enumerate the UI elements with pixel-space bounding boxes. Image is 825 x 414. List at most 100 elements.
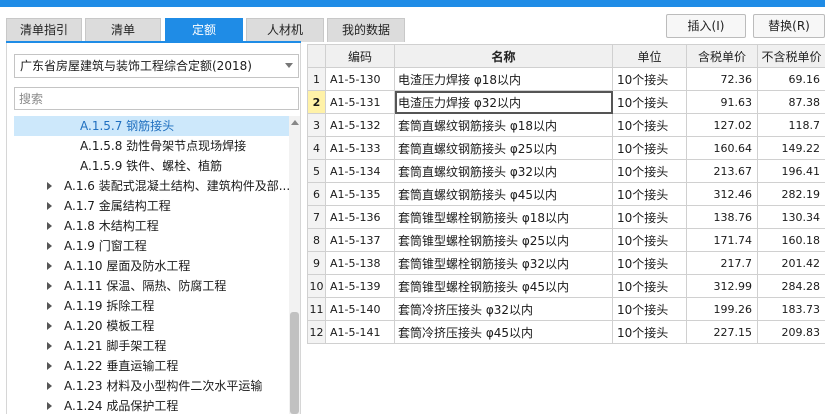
cell-name[interactable]: 套筒直螺纹钢筋接头 φ25以内: [394, 136, 613, 160]
chevron-right-icon[interactable]: [47, 222, 52, 230]
table-row[interactable]: 11 A1-5-140 套筒冷挤压接头 φ32以内 10个接头 199.26 1…: [307, 297, 825, 321]
table-row[interactable]: 9 A1-5-138 套筒锥型螺栓钢筋接头 φ32以内 10个接头 217.7 …: [307, 251, 825, 275]
tree-node[interactable]: A.1.21 脚手架工程: [14, 336, 289, 356]
cell-price-notax[interactable]: 130.34: [757, 205, 825, 229]
cell-price-notax[interactable]: 149.22: [757, 136, 825, 160]
chevron-right-icon[interactable]: [47, 322, 52, 330]
tab-quota[interactable]: 定额: [165, 18, 243, 42]
cell-price-notax[interactable]: 196.41: [757, 159, 825, 183]
insert-button[interactable]: 插入(I): [666, 14, 746, 38]
chevron-right-icon[interactable]: [47, 182, 52, 190]
cell-name[interactable]: 套筒锥型螺栓钢筋接头 φ25以内: [394, 228, 613, 252]
tree-node[interactable]: A.1.22 垂直运输工程: [14, 356, 289, 376]
tree-node[interactable]: A.1.20 模板工程: [14, 316, 289, 336]
cell-unit[interactable]: 10个接头: [612, 90, 687, 114]
tree-node[interactable]: A.1.6 装配式混凝土结构、建筑构件及部...: [14, 176, 289, 196]
cell-code[interactable]: A1-5-135: [325, 182, 395, 206]
quota-library-select[interactable]: 广东省房屋建筑与装饰工程综合定额(2018): [14, 54, 299, 78]
cell-unit[interactable]: 10个接头: [612, 136, 687, 160]
cell-name[interactable]: 套筒直螺纹钢筋接头 φ45以内: [394, 182, 613, 206]
tree-node[interactable]: A.1.5.9 铁件、螺栓、植筋: [14, 156, 289, 176]
table-row[interactable]: 3 A1-5-132 套筒直螺纹钢筋接头 φ18以内 10个接头 127.02 …: [307, 113, 825, 137]
col-header-name[interactable]: 名称: [394, 44, 613, 68]
chevron-right-icon[interactable]: [47, 362, 52, 370]
chevron-right-icon[interactable]: [47, 242, 52, 250]
tree-scrollbar[interactable]: [289, 116, 300, 414]
tab-my-data[interactable]: 我的数据: [327, 18, 405, 42]
tree-node[interactable]: A.1.24 成品保护工程: [14, 396, 289, 414]
chevron-right-icon[interactable]: [47, 342, 52, 350]
cell-code[interactable]: A1-5-136: [325, 205, 395, 229]
cell-price-notax[interactable]: 284.28: [757, 274, 825, 298]
chevron-right-icon[interactable]: [47, 402, 52, 410]
cell-price-notax[interactable]: 160.18: [757, 228, 825, 252]
cell-price-notax[interactable]: 87.38: [757, 90, 825, 114]
cell-code[interactable]: A1-5-132: [325, 113, 395, 137]
table-row[interactable]: 7 A1-5-136 套筒锥型螺栓钢筋接头 φ18以内 10个接头 138.76…: [307, 205, 825, 229]
cell-unit[interactable]: 10个接头: [612, 67, 687, 91]
cell-name[interactable]: 套筒锥型螺栓钢筋接头 φ45以内: [394, 274, 613, 298]
table-row[interactable]: 6 A1-5-135 套筒直螺纹钢筋接头 φ45以内 10个接头 312.46 …: [307, 182, 825, 206]
scrollbar-thumb[interactable]: [290, 312, 299, 414]
cell-price-tax[interactable]: 312.46: [686, 182, 758, 206]
tree-node[interactable]: A.1.11 保温、隔热、防腐工程: [14, 276, 289, 296]
tree-node[interactable]: A.1.19 拆除工程: [14, 296, 289, 316]
tree-node[interactable]: A.1.8 木结构工程: [14, 216, 289, 236]
tree-node[interactable]: A.1.5.8 劲性骨架节点现场焊接: [14, 136, 289, 156]
replace-button[interactable]: 替换(R): [753, 14, 825, 38]
cell-code[interactable]: A1-5-134: [325, 159, 395, 183]
tree-node[interactable]: A.1.10 屋面及防水工程: [14, 256, 289, 276]
cell-name[interactable]: 套筒冷挤压接头 φ45以内: [394, 320, 613, 344]
cell-name[interactable]: 套筒锥型螺栓钢筋接头 φ18以内: [394, 205, 613, 229]
cell-unit[interactable]: 10个接头: [612, 228, 687, 252]
search-input[interactable]: [14, 87, 299, 110]
cell-name[interactable]: 套筒冷挤压接头 φ32以内: [394, 297, 613, 321]
col-header-price-tax[interactable]: 含税单价: [686, 44, 758, 68]
col-header-price-notax[interactable]: 不含税单价: [757, 44, 825, 68]
table-row[interactable]: 4 A1-5-133 套筒直螺纹钢筋接头 φ25以内 10个接头 160.64 …: [307, 136, 825, 160]
cell-name[interactable]: 套筒直螺纹钢筋接头 φ18以内: [394, 113, 613, 137]
cell-name[interactable]: 套筒直螺纹钢筋接头 φ32以内: [394, 159, 613, 183]
cell-unit[interactable]: 10个接头: [612, 297, 687, 321]
tree-node[interactable]: A.1.9 门窗工程: [14, 236, 289, 256]
cell-price-tax[interactable]: 160.64: [686, 136, 758, 160]
table-row[interactable]: 10 A1-5-139 套筒锥型螺栓钢筋接头 φ45以内 10个接头 312.9…: [307, 274, 825, 298]
cell-price-notax[interactable]: 69.16: [757, 67, 825, 91]
cell-code[interactable]: A1-5-141: [325, 320, 395, 344]
cell-price-tax[interactable]: 138.76: [686, 205, 758, 229]
cell-unit[interactable]: 10个接头: [612, 251, 687, 275]
cell-code[interactable]: A1-5-139: [325, 274, 395, 298]
tree-node[interactable]: A.1.7 金属结构工程: [14, 196, 289, 216]
cell-price-tax[interactable]: 217.7: [686, 251, 758, 275]
tab-labor-material-machine[interactable]: 人材机: [246, 18, 324, 42]
cell-price-tax[interactable]: 213.67: [686, 159, 758, 183]
cell-code[interactable]: A1-5-140: [325, 297, 395, 321]
cell-price-tax[interactable]: 312.99: [686, 274, 758, 298]
chevron-right-icon[interactable]: [47, 382, 52, 390]
tab-bill[interactable]: 清单: [85, 18, 161, 42]
chevron-right-icon[interactable]: [47, 262, 52, 270]
tree-node[interactable]: A.1.23 材料及小型构件二次水平运输: [14, 376, 289, 396]
cell-unit[interactable]: 10个接头: [612, 320, 687, 344]
table-row[interactable]: 8 A1-5-137 套筒锥型螺栓钢筋接头 φ25以内 10个接头 171.74…: [307, 228, 825, 252]
table-row[interactable]: 1 A1-5-130 电渣压力焊接 φ18以内 10个接头 72.36 69.1…: [307, 67, 825, 91]
cell-price-notax[interactable]: 118.7: [757, 113, 825, 137]
cell-unit[interactable]: 10个接头: [612, 182, 687, 206]
cell-code[interactable]: A1-5-138: [325, 251, 395, 275]
cell-unit[interactable]: 10个接头: [612, 113, 687, 137]
cell-price-tax[interactable]: 171.74: [686, 228, 758, 252]
cell-unit[interactable]: 10个接头: [612, 205, 687, 229]
cell-price-notax[interactable]: 201.42: [757, 251, 825, 275]
tab-bill-guide[interactable]: 清单指引: [6, 18, 82, 42]
cell-price-tax[interactable]: 199.26: [686, 297, 758, 321]
col-header-unit[interactable]: 单位: [612, 44, 687, 68]
cell-unit[interactable]: 10个接头: [612, 274, 687, 298]
col-header-index[interactable]: [307, 44, 326, 68]
cell-price-notax[interactable]: 209.83: [757, 320, 825, 344]
cell-unit[interactable]: 10个接头: [612, 159, 687, 183]
table-row[interactable]: 12 A1-5-141 套筒冷挤压接头 φ45以内 10个接头 227.15 2…: [307, 320, 825, 344]
cell-price-notax[interactable]: 282.19: [757, 182, 825, 206]
col-header-code[interactable]: 编码: [325, 44, 395, 68]
cell-price-tax[interactable]: 127.02: [686, 113, 758, 137]
table-row[interactable]: 5 A1-5-134 套筒直螺纹钢筋接头 φ32以内 10个接头 213.67 …: [307, 159, 825, 183]
